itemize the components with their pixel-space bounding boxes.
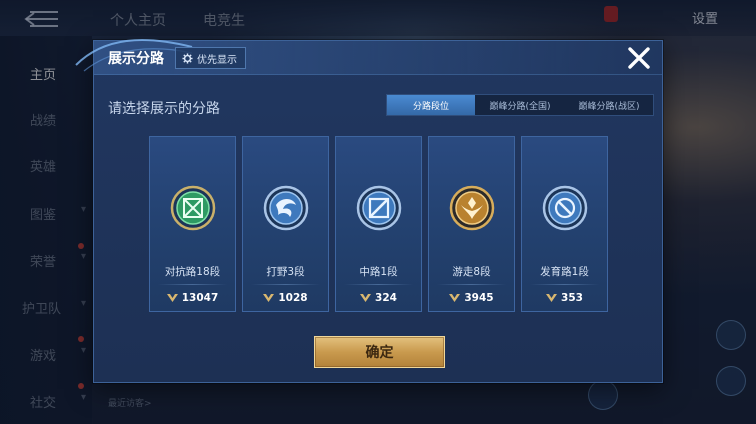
lane-card-clash[interactable]: 对抗路18段 13047 (149, 136, 236, 312)
lane-rank-label: 中路1段 (359, 266, 398, 278)
jungle-icon (263, 185, 309, 231)
close-icon[interactable] (626, 45, 652, 71)
score-icon (166, 294, 178, 302)
tab-lane-rank[interactable]: 分路段位 (387, 95, 475, 115)
lane-score-value: 13047 (181, 292, 219, 304)
dialog-subtitle: 请选择展示的分路 (108, 101, 220, 117)
card-divider (437, 284, 506, 285)
lane-rank-label: 游走8段 (452, 266, 491, 278)
lane-rank-label: 打野3段 (266, 266, 305, 278)
score-icon (263, 294, 275, 302)
lane-rank-label: 发育路1段 (540, 266, 589, 278)
lane-score-value: 1028 (278, 292, 308, 304)
lane-card-roam[interactable]: 游走8段 3945 (428, 136, 515, 312)
lane-score-value: 3945 (464, 292, 494, 304)
lane-score: 1028 (243, 292, 328, 304)
mid-lane-icon (356, 185, 402, 231)
lane-score: 13047 (150, 292, 235, 304)
tab-peak-region[interactable]: 巅峰分路(战区) (565, 95, 653, 115)
roam-icon (449, 185, 495, 231)
farm-lane-icon (542, 185, 588, 231)
gear-icon (182, 52, 193, 64)
card-divider (158, 284, 227, 285)
lane-type-tabs: 分路段位 巅峰分路(全国) 巅峰分路(战区) (386, 94, 654, 116)
dialog-header: 展示分路 优先显示 (75, 39, 662, 75)
tab-peak-national[interactable]: 巅峰分路(全国) (475, 95, 565, 115)
priority-label: 优先显示 (197, 54, 237, 66)
lane-score: 324 (336, 292, 421, 304)
lane-score-value: 353 (561, 292, 583, 304)
card-divider (530, 284, 599, 285)
lane-score: 3945 (429, 292, 514, 304)
lane-score: 353 (522, 292, 607, 304)
lane-rank-label: 对抗路18段 (164, 266, 221, 278)
priority-display-button[interactable]: 优先显示 (175, 47, 246, 69)
card-divider (251, 284, 320, 285)
clash-lane-icon (170, 185, 216, 231)
score-icon (360, 294, 372, 302)
lane-card-farm[interactable]: 发育路1段 353 (521, 136, 608, 312)
card-divider (344, 284, 413, 285)
lane-card-mid[interactable]: 中路1段 324 (335, 136, 422, 312)
lane-score-value: 324 (375, 292, 397, 304)
score-icon (546, 294, 558, 302)
score-icon (449, 294, 461, 302)
lane-card-jungle[interactable]: 打野3段 1028 (242, 136, 329, 312)
display-lane-dialog: 展示分路 优先显示 请选择展示的分路 分路段位 巅峰分路(全国) 巅峰分路(战区… (75, 39, 663, 383)
confirm-button[interactable]: 确定 (314, 336, 445, 368)
lane-cards: 对抗路18段 13047 打野3段 1028 中路1段 324 游走8段 394… (149, 136, 609, 314)
dialog-title: 展示分路 (108, 51, 164, 67)
